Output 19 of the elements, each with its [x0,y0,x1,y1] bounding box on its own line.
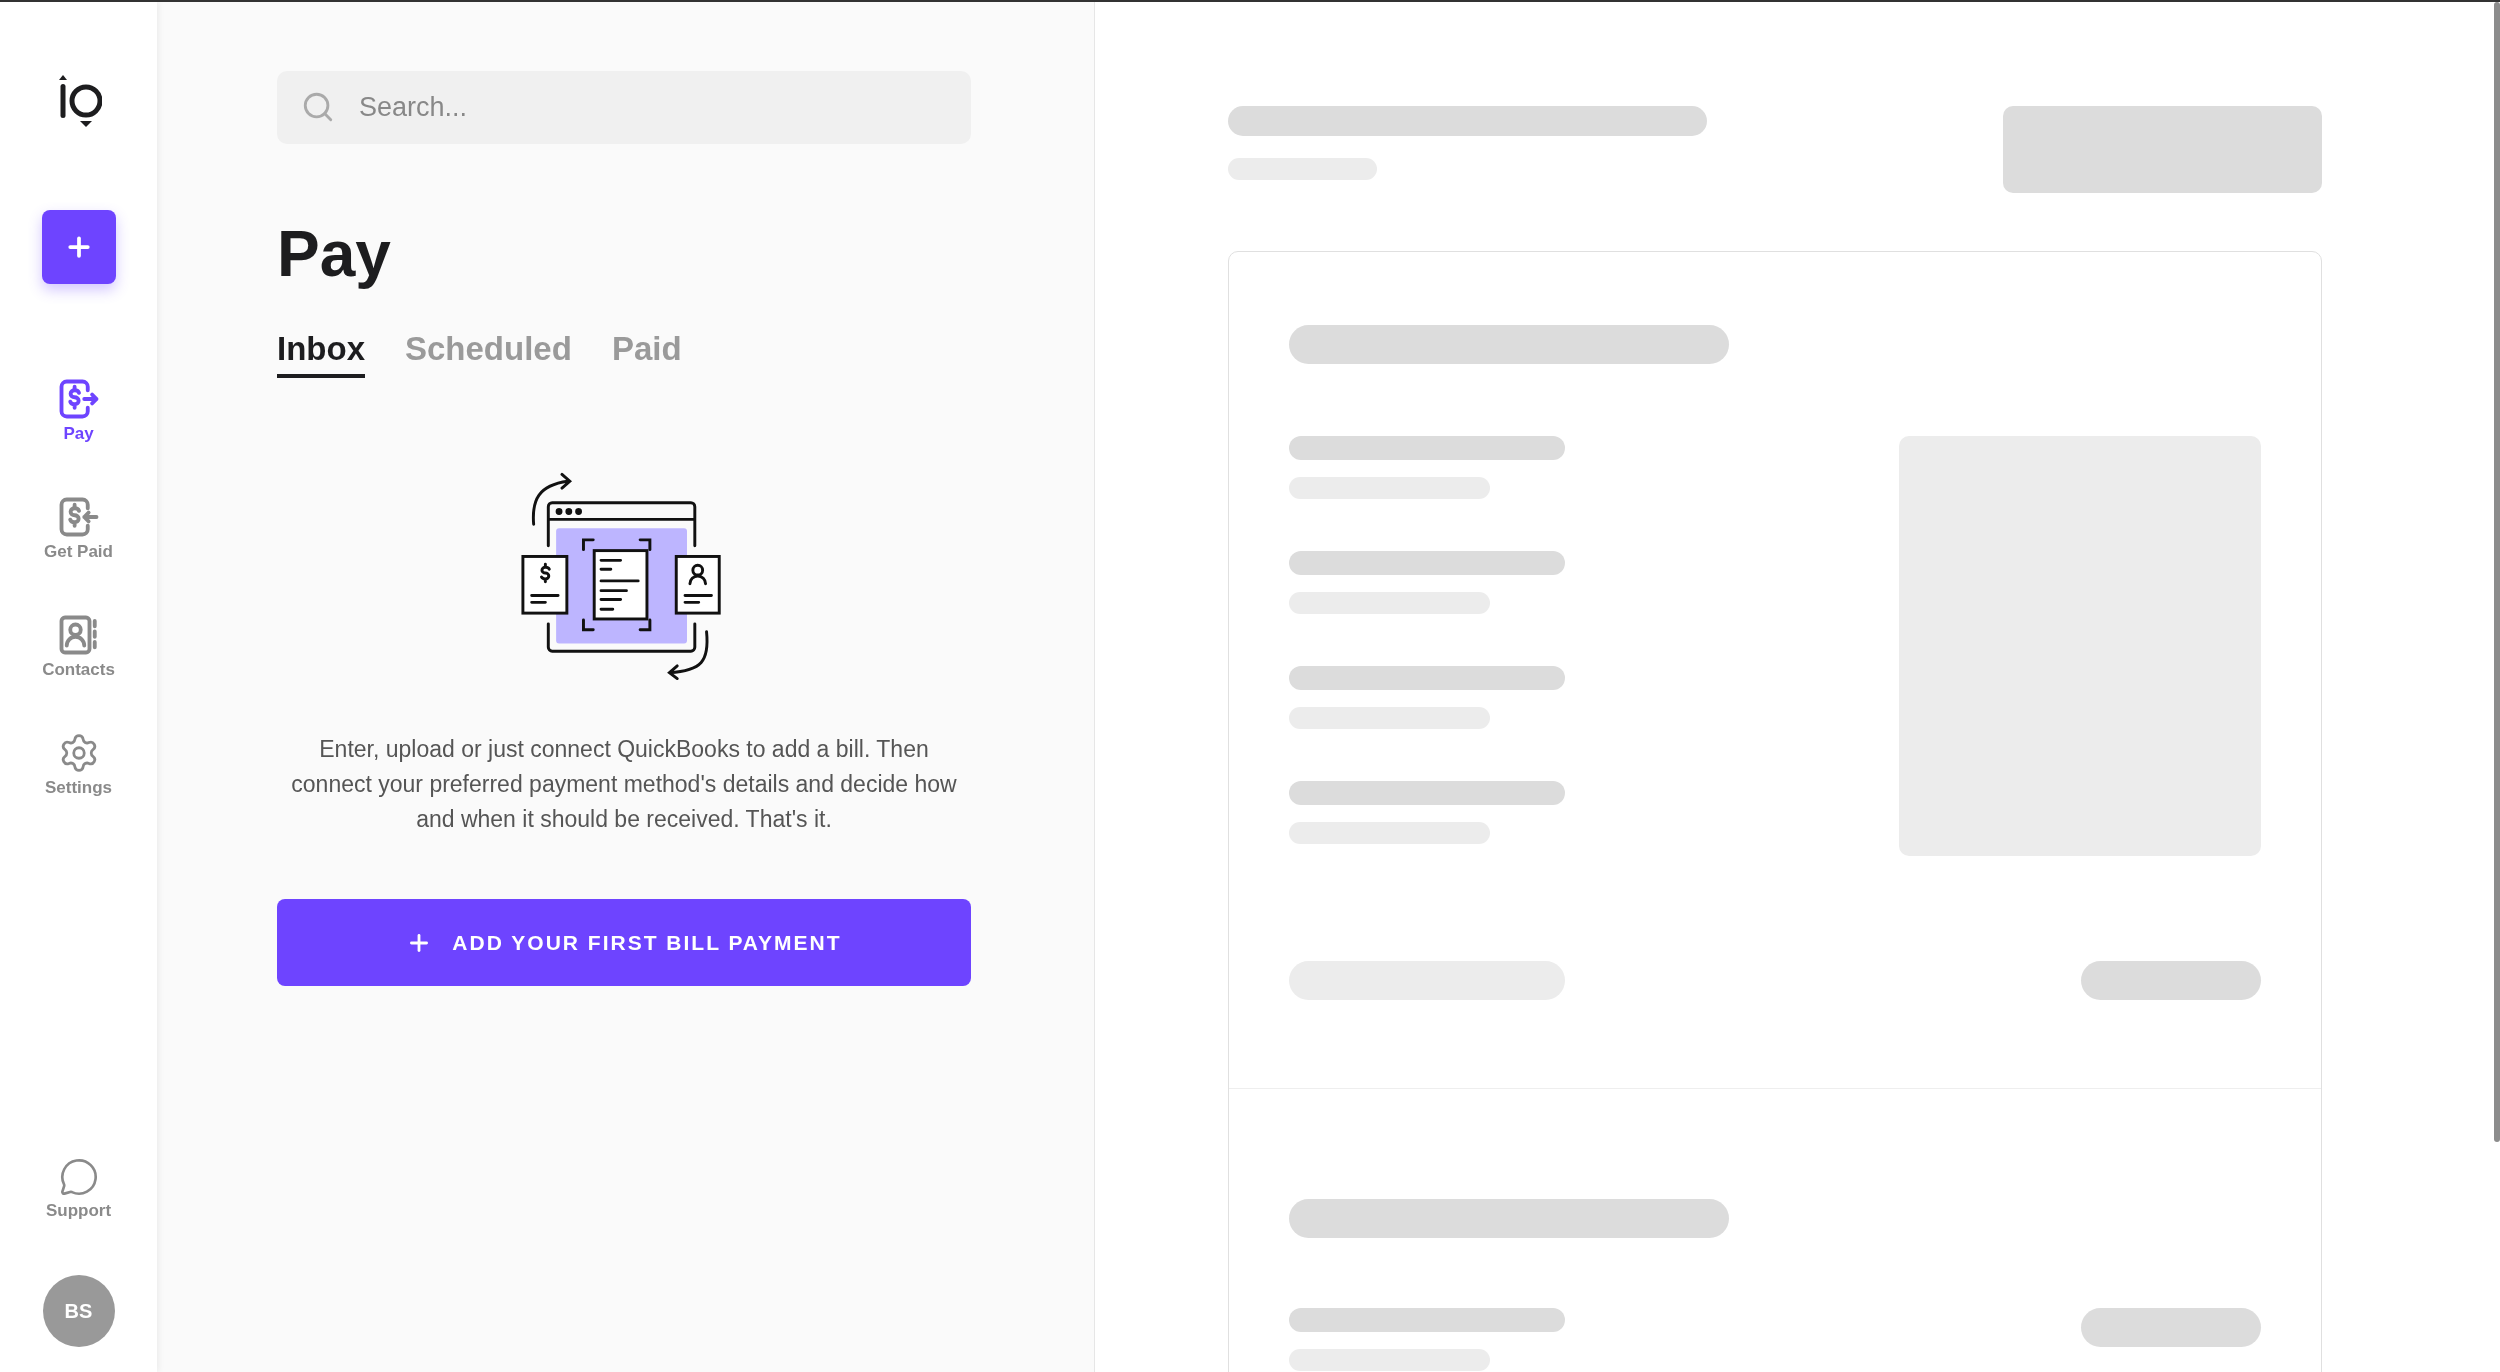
tab[interactable]: Inbox [277,330,365,378]
sidebar-item[interactable]: Pay [18,378,139,444]
tab[interactable]: Scheduled [405,330,572,378]
support-button[interactable]: Support [18,1157,139,1221]
user-avatar[interactable]: BS [42,1275,115,1347]
new-button[interactable] [41,210,116,284]
empty-state-message: Enter, upload or just connect QuickBooks to add a bill. Then connect your preferred payment method's details and decide how and when it should be received. That's it. [290,735,958,834]
sidebar-item[interactable]: Get Paid [18,496,139,562]
dollar-arrow-icon [57,378,100,420]
contact-card-icon [57,614,100,656]
sidebar-item[interactable]: Settings [18,732,139,798]
sidebar-item[interactable]: Contacts [18,614,139,680]
add-bill-button[interactable]: ADD YOUR FIRST BILL PAYMENT [277,899,971,986]
search-icon [301,90,335,124]
dollar-arrow-icon [57,496,100,538]
chat-bubble-icon [58,1157,99,1197]
search-field[interactable]: Search... [277,71,971,144]
tab[interactable]: Paid [611,330,682,378]
scrollbar-thumb[interactable] [2494,2,2500,1142]
